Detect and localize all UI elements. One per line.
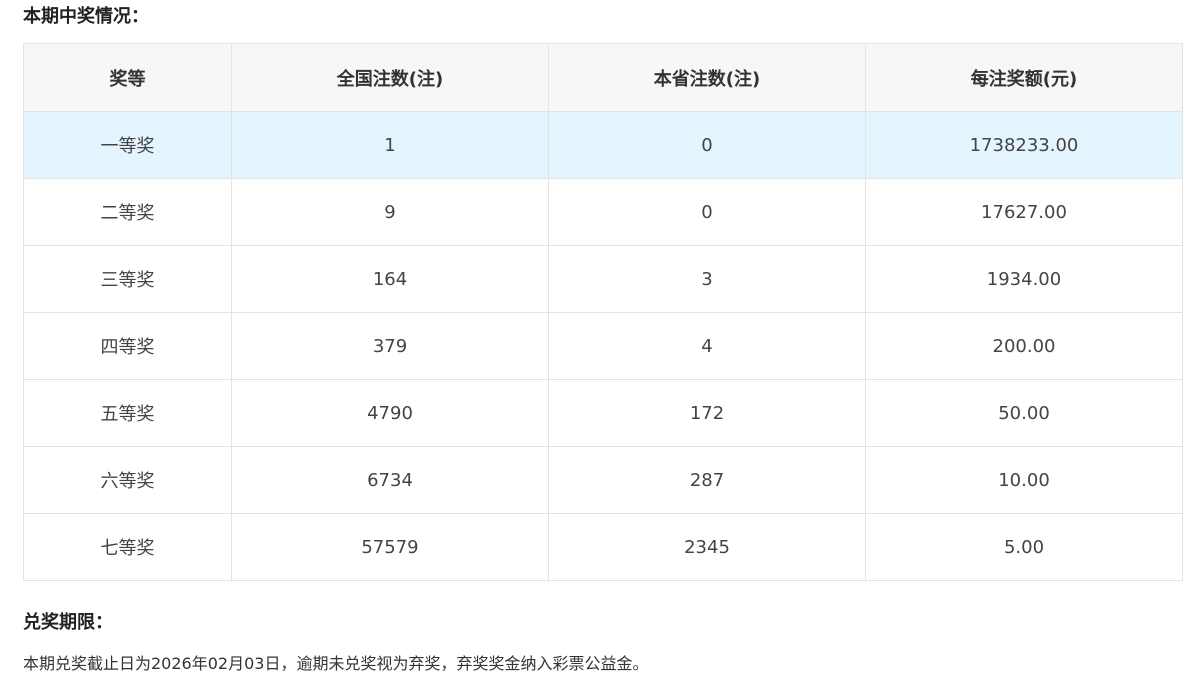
table-row: 七等奖 57579 2345 5.00 — [23, 513, 1183, 581]
national-count-cell: 1 — [231, 111, 549, 179]
national-count-cell: 57579 — [231, 513, 549, 581]
province-count-cell: 3 — [548, 245, 866, 313]
prize-amount-cell: 10.00 — [865, 446, 1183, 514]
table-row: 三等奖 164 3 1934.00 — [23, 245, 1183, 313]
prize-section-title: 本期中奖情况： — [23, 6, 149, 27]
table-row: 二等奖 9 0 17627.00 — [23, 178, 1183, 246]
table-header-row: 奖等 全国注数(注) 本省注数(注) 每注奖额(元) — [23, 43, 1183, 112]
prize-level-cell: 四等奖 — [23, 312, 232, 380]
header-province-count: 本省注数(注) — [548, 43, 866, 112]
prize-amount-cell: 50.00 — [865, 379, 1183, 447]
prize-amount-cell: 1934.00 — [865, 245, 1183, 313]
table-row: 一等奖 1 0 1738233.00 — [23, 111, 1183, 179]
prize-level-cell: 六等奖 — [23, 446, 232, 514]
header-prize-level: 奖等 — [23, 43, 232, 112]
header-prize-amount: 每注奖额(元) — [865, 43, 1183, 112]
province-count-cell: 0 — [548, 178, 866, 246]
province-count-cell: 172 — [548, 379, 866, 447]
prize-amount-cell: 17627.00 — [865, 178, 1183, 246]
province-count-cell: 0 — [548, 111, 866, 179]
prize-level-cell: 三等奖 — [23, 245, 232, 313]
deadline-section-title: 兑奖期限： — [23, 612, 113, 633]
table-row: 五等奖 4790 172 50.00 — [23, 379, 1183, 447]
national-count-cell: 4790 — [231, 379, 549, 447]
header-national-count: 全国注数(注) — [231, 43, 549, 112]
national-count-cell: 9 — [231, 178, 549, 246]
table-row: 四等奖 379 4 200.00 — [23, 312, 1183, 380]
national-count-cell: 164 — [231, 245, 549, 313]
national-count-cell: 6734 — [231, 446, 549, 514]
prize-level-cell: 七等奖 — [23, 513, 232, 581]
prize-table: 奖等 全国注数(注) 本省注数(注) 每注奖额(元) 一等奖 1 0 17382… — [23, 43, 1183, 581]
deadline-text: 本期兑奖截止日为2026年02月03日，逾期未兑奖视为弃奖，弃奖奖金纳入彩票公益… — [23, 654, 649, 673]
prize-amount-cell: 1738233.00 — [865, 111, 1183, 179]
national-count-cell: 379 — [231, 312, 549, 380]
prize-level-cell: 五等奖 — [23, 379, 232, 447]
prize-level-cell: 二等奖 — [23, 178, 232, 246]
province-count-cell: 4 — [548, 312, 866, 380]
prize-amount-cell: 200.00 — [865, 312, 1183, 380]
prize-level-cell: 一等奖 — [23, 111, 232, 179]
province-count-cell: 287 — [548, 446, 866, 514]
table-row: 六等奖 6734 287 10.00 — [23, 446, 1183, 514]
province-count-cell: 2345 — [548, 513, 866, 581]
prize-amount-cell: 5.00 — [865, 513, 1183, 581]
